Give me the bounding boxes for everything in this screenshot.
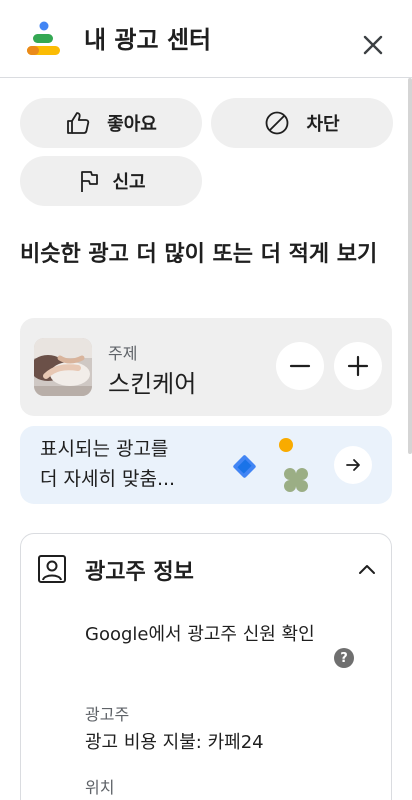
advertiser-info-card: 광고주 정보 Google에서 광고주 신원 확인 ? 광고주 광고 비용 지불… <box>20 533 392 800</box>
advertiser-verification-text: Google에서 광고주 신원 확인 <box>85 624 315 645</box>
person-icon <box>38 555 66 583</box>
report-button[interactable]: 신고 <box>20 156 202 206</box>
promo-text-line-2: 더 자세히 맞춤... <box>40 468 176 490</box>
advertiser-value: 광고 비용 지불: 카페24 <box>85 732 264 753</box>
topic-name: 스킨케어 <box>108 370 197 398</box>
see-less-button[interactable] <box>276 342 324 390</box>
close-icon <box>363 35 383 55</box>
like-label: 좋아요 <box>107 114 157 135</box>
scrollbar[interactable] <box>408 78 412 454</box>
topic-card: 주제 스킨케어 <box>20 318 392 416</box>
close-button[interactable] <box>358 30 388 60</box>
promo-text: 표시되는 광고를 더 자세히 맞춤... <box>40 434 230 494</box>
personalize-ads-card[interactable]: 표시되는 광고를 더 자세히 맞춤... <box>20 426 392 504</box>
topic-thumbnail <box>34 338 92 396</box>
promo-text-line-1: 표시되는 광고를 <box>40 438 169 460</box>
location-label: 위치 <box>85 778 115 797</box>
block-icon <box>264 110 290 136</box>
arrow-right-icon <box>346 459 360 471</box>
block-label: 차단 <box>306 114 340 135</box>
my-ad-center-logo <box>27 21 60 55</box>
report-label: 신고 <box>112 172 146 193</box>
promo-illustration <box>233 438 308 492</box>
like-button[interactable]: 좋아요 <box>20 98 202 148</box>
section-heading: 비슷한 광고 더 많이 또는 더 적게 보기 <box>20 242 378 267</box>
advertiser-info-title: 광고주 정보 <box>85 560 194 585</box>
top-app-bar: 내 광고 센터 <box>0 0 412 78</box>
help-icon[interactable]: ? <box>334 648 354 668</box>
see-more-button[interactable] <box>334 342 382 390</box>
minus-icon <box>289 364 311 368</box>
promo-arrow-button[interactable] <box>334 446 372 484</box>
thumbs-up-icon <box>65 110 91 136</box>
block-button[interactable]: 차단 <box>211 98 393 148</box>
advertiser-label: 광고주 <box>85 705 130 724</box>
plus-icon <box>347 355 369 377</box>
app-title: 내 광고 센터 <box>84 26 212 54</box>
chevron-up-icon <box>359 565 375 574</box>
advertiser-info-toggle[interactable]: 광고주 정보 <box>21 534 393 606</box>
topic-caption: 주제 <box>108 344 138 363</box>
flag-icon <box>76 168 102 194</box>
